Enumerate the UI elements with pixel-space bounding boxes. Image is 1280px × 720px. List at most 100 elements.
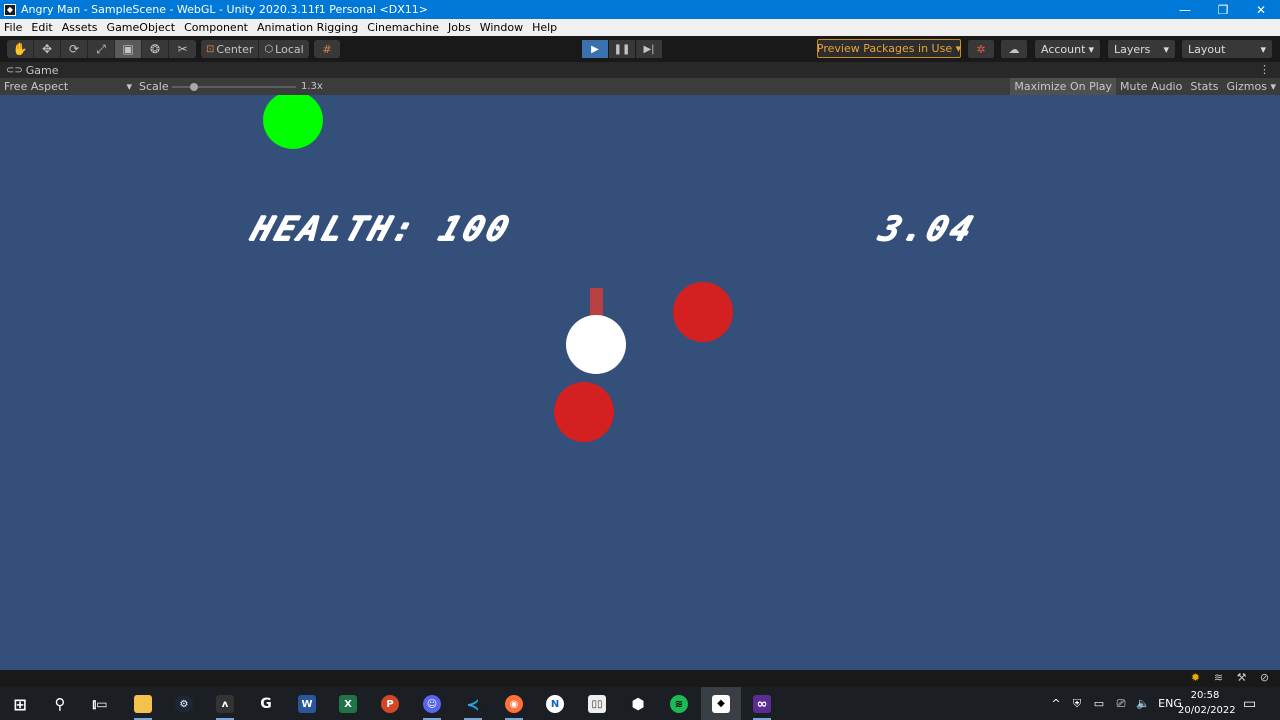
game-view-toolbar: Free Aspect ▾ Scale 1.3x Maximize On Pla… [0,78,1280,95]
menu-gameobject[interactable]: GameObject [107,21,176,34]
taskbar-powerpoint[interactable]: P [377,691,403,717]
taskbar-word[interactable]: W [294,691,320,717]
aspect-dropdown[interactable]: Free Aspect ▾ [4,80,132,93]
start-button[interactable]: ⊞ [7,691,33,717]
taskbar-twitch[interactable]: ▯▯ [584,691,610,717]
layout-dropdown[interactable]: Layout ▾ [1182,40,1272,58]
pivot-local-label: Local [275,42,304,56]
windows-taskbar: ⊞ ⚲ ⫾▭ ⚙ ʌ G W X P ☺ ≺ ◉ N ▯▯ ⬢ ≋ ◆ ∞ ^ … [0,687,1280,720]
powerpoint-icon: P [381,695,399,713]
menu-file[interactable]: File [4,21,22,34]
chevron-down-icon: ▾ [1270,80,1276,93]
scale-tool-icon[interactable]: ⤢ [88,40,115,58]
chevron-down-icon: ▾ [1260,42,1266,56]
security-icon[interactable]: ⛨ [1066,697,1088,711]
taskbar-g-hub[interactable]: G [253,691,279,717]
taskbar-discord[interactable]: ☺ [419,691,445,720]
menu-window[interactable]: Window [480,21,523,34]
folder-icon [134,695,152,713]
move-tool-icon[interactable]: ✥ [34,40,61,58]
pivot-center-button[interactable]: ⊡ Center [201,40,260,58]
unity-icon: ◆ [4,3,16,16]
firefox-icon: ◉ [505,695,523,713]
taskbar-visual-studio[interactable]: ∞ [749,691,775,720]
rect-tool-icon[interactable]: ▣ [115,40,142,58]
search-icon: ⚲ [54,695,66,713]
pivot-local-button[interactable]: ⬡ Local [259,40,308,58]
system-tray: ^ ⛨ ▭ ⎚ 🔈 ENG [1046,687,1186,720]
progress-icon[interactable]: ⊘ [1253,671,1276,684]
taskbar-unity-hub[interactable]: ⬢ [625,691,651,717]
menu-component[interactable]: Component [184,21,248,34]
menu-jobs[interactable]: Jobs [448,21,471,34]
transform-tool-icon[interactable]: ❂ [142,40,169,58]
step-button[interactable]: ▶| [636,40,662,58]
taskbar-file-explorer[interactable] [130,691,156,720]
minimize-button[interactable]: — [1166,0,1204,19]
scale-value: 1.3x [301,81,323,92]
gamepad-icon: ⊂⊃ [6,64,23,76]
window-title: Angry Man - SampleScene - WebGL - Unity … [21,3,428,16]
gizmos-label: Gizmos [1226,80,1267,93]
taskbar-steam[interactable]: ⚙ [171,691,197,717]
debug-icon[interactable]: ⚒ [1230,671,1253,684]
chevron-up-icon[interactable]: ^ [1046,697,1066,710]
search-button[interactable]: ⚲ [47,691,73,717]
scale-slider-handle[interactable] [190,83,199,91]
pause-button[interactable]: ❚❚ [609,40,635,58]
preview-packages-button[interactable]: Preview Packages in Use ▾ [817,39,961,58]
menu-edit[interactable]: Edit [31,21,52,34]
more-options-icon[interactable]: ⋮ [1259,63,1270,76]
stats-toggle[interactable]: Stats [1186,78,1222,95]
pause-icon: ❚❚ [613,43,631,55]
network-icon[interactable]: ⎚ [1110,697,1132,711]
scale-slider[interactable] [172,83,296,91]
aspect-label: Free Aspect [4,80,69,93]
menu-assets[interactable]: Assets [62,21,98,34]
maximize-button[interactable]: ❐ [1204,0,1242,19]
close-button[interactable]: ✕ [1242,0,1280,19]
player-circle [566,315,626,374]
menu-animation-rigging[interactable]: Animation Rigging [257,21,358,34]
lighting-icon[interactable]: ✹ [1184,671,1207,684]
taskbar-excel[interactable]: X [335,691,361,717]
taskbar-vscode[interactable]: ≺ [460,691,486,720]
task-view-button[interactable]: ⫾▭ [87,691,113,717]
taskbar-spotify[interactable]: ≋ [666,691,692,717]
cache-icon[interactable]: ≋ [1207,671,1230,684]
green-pickup-circle [263,95,323,149]
taskbar-firefox[interactable]: ◉ [501,691,527,720]
spotify-icon: ≋ [670,695,688,713]
account-dropdown[interactable]: Account ▾ [1035,40,1100,58]
maximize-on-play-toggle[interactable]: Maximize On Play [1010,78,1117,95]
cloud-button[interactable]: ☁ [1001,40,1027,58]
rotate-tool-icon[interactable]: ⟳ [61,40,88,58]
battery-icon[interactable]: ▭ [1088,697,1110,710]
menu-cinemachine[interactable]: Cinemachine [367,21,439,34]
taskbar-unity[interactable]: ◆ [701,687,741,720]
taskbar-clock[interactable]: 20:58 20/02/2022 [1178,688,1236,718]
enemy-circle [554,382,614,442]
notifications-button[interactable]: ▭ [1243,687,1256,720]
mute-audio-toggle[interactable]: Mute Audio [1116,78,1186,95]
twitch-icon: ▯▯ [588,695,606,713]
taskbar-notion[interactable]: N [542,691,568,717]
tab-game[interactable]: ⊂⊃ Game [0,64,59,77]
taskbar-predator[interactable]: ʌ [212,691,238,720]
menu-help[interactable]: Help [532,21,557,34]
grid-snap-button[interactable]: # [314,40,340,58]
collab-icon: ✲ [976,42,986,56]
custom-tool-icon[interactable]: ✂ [169,40,196,58]
hand-tool-icon[interactable]: ✋ [7,40,34,58]
game-viewport[interactable]: HEALTH: 100 3.04 [0,95,1280,670]
game-tab-bar: ⊂⊃ Game ⋮ [0,62,1280,78]
discord-icon: ☺ [423,695,441,713]
play-button[interactable]: ▶ [582,40,608,58]
volume-icon[interactable]: 🔈 [1132,697,1154,710]
gizmos-toggle[interactable]: Gizmos ▾ [1222,78,1280,95]
layers-dropdown[interactable]: Layers ▾ [1108,40,1175,58]
pivot-center-label: Center [216,42,254,56]
health-text: HEALTH: 100 [245,209,517,249]
excel-icon: X [339,695,357,713]
collab-button[interactable]: ✲ [968,40,994,58]
